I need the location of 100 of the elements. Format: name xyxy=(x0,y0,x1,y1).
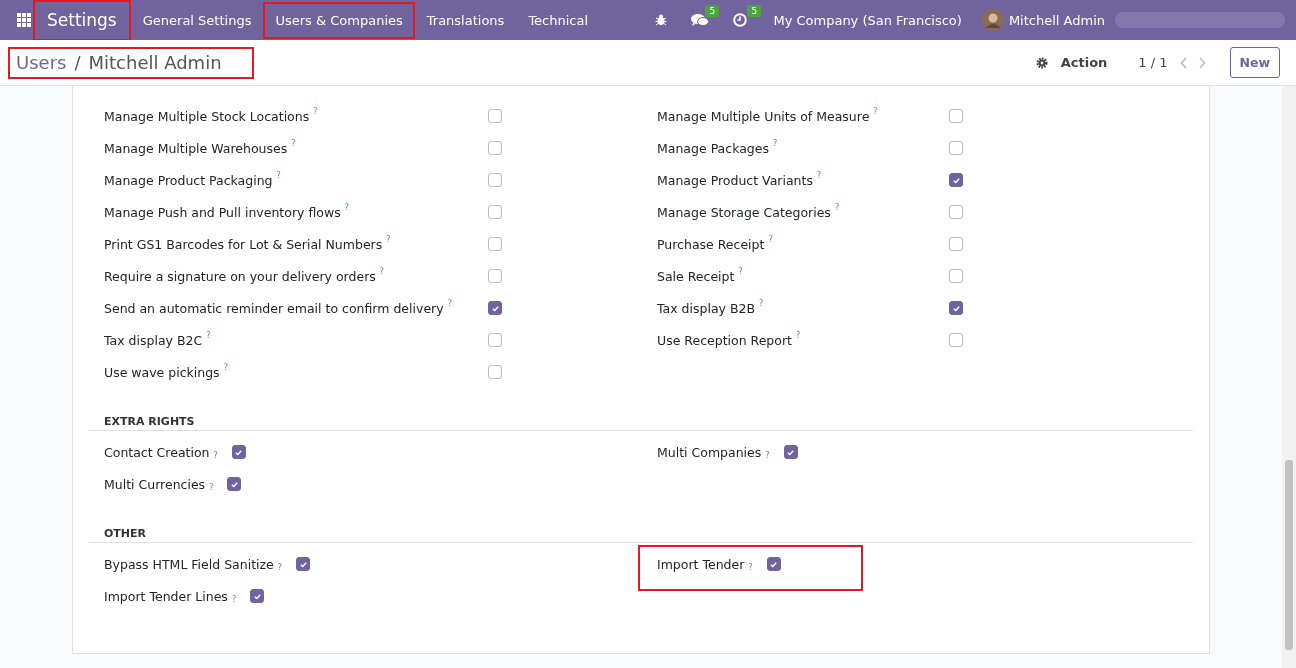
help-mark[interactable]: ? xyxy=(379,267,385,276)
help-mark[interactable]: ? xyxy=(313,107,318,116)
scrollbar[interactable] xyxy=(1282,86,1296,668)
setting-label: Use wave pickings xyxy=(104,364,220,380)
setting-label: Manage Push and Pull inventory flows xyxy=(104,204,341,220)
setting-label: Contact Creation xyxy=(104,444,210,460)
checkmark-icon xyxy=(769,559,779,569)
help-mark[interactable]: ? xyxy=(231,595,237,604)
setting-label: Multi Companies xyxy=(657,444,762,460)
help-mark[interactable]: ? xyxy=(277,563,282,572)
checkmark-icon xyxy=(951,175,961,185)
help-mark[interactable]: ? xyxy=(386,235,391,244)
clock-icon[interactable] xyxy=(733,13,748,27)
setting-label: Use Reception Report xyxy=(657,332,792,348)
checkbox[interactable] xyxy=(231,445,246,459)
setting-label: Manage Multiple Units of Measure xyxy=(657,108,870,124)
section-heading: OTHER xyxy=(89,527,1193,543)
help-mark[interactable]: ? xyxy=(796,331,801,340)
checkbox[interactable] xyxy=(488,269,502,283)
help-mark[interactable]: ? xyxy=(209,483,214,492)
user-menu[interactable]: Mitchell Admin xyxy=(1008,12,1105,28)
checkbox[interactable] xyxy=(949,141,963,155)
activity-count: 5 xyxy=(747,5,762,17)
setting-label: Import Tender Lines xyxy=(104,588,228,604)
setting-label: Send an automatic reminder email to confirm delivery xyxy=(104,300,444,316)
checkmark-icon xyxy=(252,591,262,601)
pager-value[interactable]: 1 / 1 xyxy=(1138,55,1168,70)
menu-item[interactable]: Users & Companies xyxy=(263,1,415,39)
checkmark-icon xyxy=(786,447,796,457)
bug-icon[interactable] xyxy=(655,14,668,26)
help-mark[interactable]: ? xyxy=(223,363,228,372)
help-mark[interactable]: ? xyxy=(772,139,778,148)
setting-label: Manage Storage Categories xyxy=(657,204,831,220)
setting-label: Import Tender xyxy=(657,556,745,572)
breadcrumb-separator: / xyxy=(74,51,81,73)
checkbox[interactable] xyxy=(488,205,502,219)
checkbox[interactable] xyxy=(766,557,781,571)
help-mark[interactable]: ? xyxy=(213,451,218,460)
checkbox[interactable] xyxy=(949,109,963,123)
checkbox[interactable] xyxy=(949,173,963,187)
avatar-icon xyxy=(981,9,1004,31)
checkbox[interactable] xyxy=(227,477,242,491)
help-mark[interactable]: ? xyxy=(344,203,349,212)
new-button[interactable]: New xyxy=(1229,47,1280,78)
setting-label: Bypass HTML Field Sanitize xyxy=(104,556,274,572)
setting-label: Require a signature on your delivery orders xyxy=(104,268,376,284)
checkbox[interactable] xyxy=(488,333,502,347)
company-switcher[interactable]: My Company (San Francisco) xyxy=(773,12,962,28)
help-mark[interactable]: ? xyxy=(206,331,211,340)
checkmark-icon xyxy=(951,303,961,313)
setting-label: Manage Multiple Warehouses xyxy=(104,140,288,156)
menu-item[interactable]: Translations xyxy=(414,1,517,39)
help-mark[interactable]: ? xyxy=(291,139,296,148)
checkmark-icon xyxy=(490,303,500,313)
apps-menu-icon[interactable] xyxy=(17,13,31,27)
help-mark[interactable]: ? xyxy=(834,203,840,212)
help-mark[interactable]: ? xyxy=(276,171,281,180)
menu-item[interactable]: Technical xyxy=(516,1,601,39)
checkbox[interactable] xyxy=(949,301,963,315)
checkbox[interactable] xyxy=(488,237,502,251)
setting-label: Manage Product Packaging xyxy=(104,172,273,188)
setting-label: Sale Receipt xyxy=(657,268,735,284)
section-heading: EXTRA RIGHTS xyxy=(89,415,1193,431)
checkbox[interactable] xyxy=(488,365,502,379)
setting-label: Multi Currencies xyxy=(104,476,206,492)
setting-label: Tax display B2B xyxy=(657,300,756,316)
checkmark-icon xyxy=(229,479,239,489)
checkbox[interactable] xyxy=(488,301,502,315)
previous-icon[interactable] xyxy=(1179,56,1188,69)
help-mark[interactable]: ? xyxy=(748,563,753,572)
help-mark[interactable]: ? xyxy=(738,267,743,276)
menu-item[interactable]: General Settings xyxy=(130,1,264,39)
help-mark[interactable]: ? xyxy=(768,235,773,244)
checkbox[interactable] xyxy=(949,237,963,251)
checkbox[interactable] xyxy=(949,205,963,219)
help-mark[interactable]: ? xyxy=(759,299,764,308)
breadcrumb-current: Mitchell Admin xyxy=(88,51,222,73)
setting-label: Purchase Receipt xyxy=(657,236,765,252)
action-button[interactable]: Action xyxy=(1060,55,1108,70)
setting-label: Tax display B2C xyxy=(104,332,203,348)
help-mark[interactable]: ? xyxy=(447,299,452,308)
checkbox[interactable] xyxy=(296,557,310,571)
checkmark-icon xyxy=(234,447,244,457)
breadcrumb-link[interactable]: Users xyxy=(16,51,67,73)
chat-icon[interactable] xyxy=(691,13,710,27)
help-mark[interactable]: ? xyxy=(873,107,878,116)
setting-label: Manage Multiple Stock Locations xyxy=(104,108,310,124)
checkbox[interactable] xyxy=(488,109,502,123)
checkbox[interactable] xyxy=(949,333,963,347)
gear-icon[interactable] xyxy=(1035,56,1048,69)
help-mark[interactable]: ? xyxy=(765,451,770,460)
help-mark[interactable]: ? xyxy=(816,171,822,180)
checkbox[interactable] xyxy=(783,445,798,459)
checkbox[interactable] xyxy=(949,269,963,283)
setting-label: Manage Product Variants xyxy=(657,172,813,188)
checkbox[interactable] xyxy=(488,141,502,155)
checkbox[interactable] xyxy=(488,173,502,187)
setting-label: Manage Packages xyxy=(657,140,769,156)
next-icon[interactable] xyxy=(1197,56,1206,69)
checkbox[interactable] xyxy=(250,589,265,603)
